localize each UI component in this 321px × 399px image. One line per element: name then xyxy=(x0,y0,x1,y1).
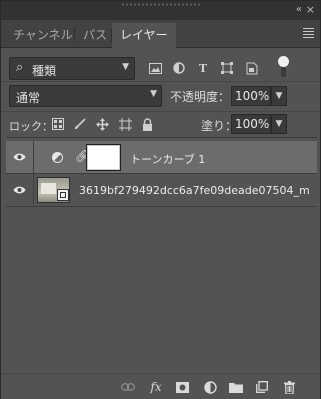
close-panel-icon[interactable]: × xyxy=(306,3,315,16)
curves-adjustment-icon[interactable] xyxy=(52,152,63,163)
layer-name[interactable]: 3619bf279492dcc6a7fe09deade07504_m xyxy=(79,184,310,197)
chevron-down-icon: ▼ xyxy=(122,62,129,72)
lock-all-icon[interactable] xyxy=(140,117,154,131)
filter-type-label: 種類 xyxy=(32,64,57,78)
lock-transparent-pixels-icon[interactable] xyxy=(51,117,65,131)
adjustment-filter-icon[interactable] xyxy=(172,61,186,75)
link-layers-icon[interactable] xyxy=(120,379,136,395)
blend-mode-label: 通常 xyxy=(16,91,41,105)
layer-row[interactable]: 3619bf279492dcc6a7fe09deade07504_m xyxy=(6,174,317,207)
shape-filter-icon[interactable] xyxy=(220,61,234,75)
visibility-divider xyxy=(33,141,34,173)
tab-layers[interactable]: レイヤー xyxy=(112,23,176,48)
smart-object-filter-icon[interactable] xyxy=(245,61,259,75)
divider xyxy=(1,111,320,112)
panel-drag-grip[interactable] xyxy=(121,3,201,6)
lock-artboard-icon[interactable] xyxy=(118,117,132,131)
tab-channels[interactable]: チャンネル xyxy=(5,23,81,48)
layers-footer-toolbar: fx xyxy=(1,373,320,399)
opacity-dropdown[interactable]: ▼ xyxy=(271,86,287,106)
panel-menu-icon[interactable] xyxy=(303,28,314,40)
filter-toggle-switch[interactable] xyxy=(278,56,290,80)
visibility-divider xyxy=(33,174,34,206)
layer-list: 🔗︎ トーンカーブ 1 3619bf279492dcc6a7fe09deade0… xyxy=(6,137,317,372)
type-filter-icon[interactable]: T xyxy=(196,61,210,75)
adjustment-layer-icon[interactable] xyxy=(202,379,218,395)
eye-icon[interactable] xyxy=(13,185,26,195)
lock-position-icon[interactable] xyxy=(95,117,109,131)
layer-name[interactable]: トーンカーブ 1 xyxy=(130,151,205,167)
opacity-label: 不透明度： xyxy=(170,90,231,104)
eye-icon[interactable] xyxy=(13,152,26,162)
search-icon: ⌕ xyxy=(16,60,24,75)
tab-paths[interactable]: パス xyxy=(75,23,115,48)
trash-icon[interactable] xyxy=(281,379,297,395)
filter-type-select[interactable]: ⌕ 種類 ▼ xyxy=(9,57,135,80)
toggle-track xyxy=(281,67,286,77)
divider xyxy=(1,81,320,82)
chevron-down-icon: ▼ xyxy=(150,89,157,99)
filter-row: ⌕ 種類 ▼ T xyxy=(7,56,316,80)
fill-dropdown[interactable]: ▼ xyxy=(271,114,287,134)
pixel-layer-filter-icon[interactable] xyxy=(148,61,162,75)
new-layer-icon[interactable] xyxy=(254,379,270,395)
fill-input[interactable]: 100% xyxy=(231,114,271,134)
opacity-input[interactable]: 100% xyxy=(231,86,271,106)
collapse-panel-icon[interactable]: « xyxy=(296,4,302,15)
smart-object-badge-icon xyxy=(57,189,69,201)
lock-image-pixels-icon[interactable] xyxy=(73,117,87,131)
panel-title-strip[interactable]: « × xyxy=(1,1,320,20)
lock-label: ロック： xyxy=(9,120,53,133)
layer-row[interactable]: 🔗︎ トーンカーブ 1 xyxy=(6,141,317,174)
add-mask-icon[interactable] xyxy=(174,379,190,395)
layers-panel: « × チャンネル パス レイヤー ⌕ 種類 ▼ T 通常 ▼ 不透明度： 10… xyxy=(0,0,321,399)
fx-icon[interactable]: fx xyxy=(148,379,164,395)
toggle-knob xyxy=(278,56,289,67)
panel-tab-bar: チャンネル パス レイヤー xyxy=(1,20,320,48)
blend-mode-select[interactable]: 通常 ▼ xyxy=(9,85,162,107)
new-group-icon[interactable] xyxy=(228,379,244,395)
layer-mask-thumbnail[interactable] xyxy=(86,144,121,171)
